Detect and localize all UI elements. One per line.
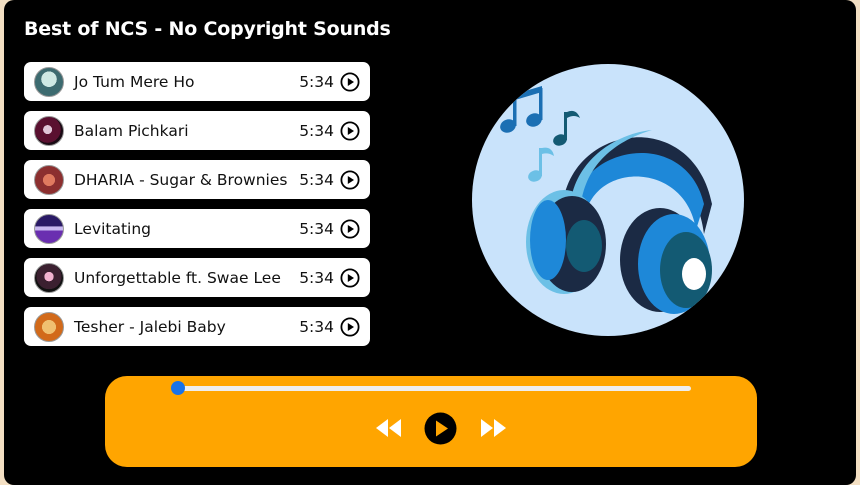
fast-forward-icon[interactable] [479, 416, 507, 440]
headphones-icon [500, 86, 712, 314]
progress-knob[interactable] [171, 381, 185, 395]
song-duration: 5:34 [299, 219, 334, 238]
song-duration: 5:34 [299, 170, 334, 189]
play-circle-icon[interactable] [340, 316, 360, 337]
playback-controls [105, 376, 757, 467]
rewind-icon[interactable] [375, 416, 403, 440]
song-thumbnail [34, 164, 64, 195]
song-item[interactable]: Balam Pichkari 5:34 [24, 111, 370, 150]
song-thumbnail [34, 213, 64, 244]
play-circle-icon[interactable] [340, 169, 360, 190]
playlist-title: Best of NCS - No Copyright Sounds [24, 18, 391, 40]
song-item[interactable]: DHARIA - Sugar & Brownies 5:34 [24, 160, 370, 199]
song-name: Jo Tum Mere Ho [74, 72, 195, 91]
song-duration: 5:34 [299, 121, 334, 140]
play-circle-icon[interactable] [340, 218, 360, 239]
song-item[interactable]: Tesher - Jalebi Baby 5:34 [24, 307, 370, 346]
song-item[interactable]: Jo Tum Mere Ho 5:34 [24, 62, 370, 101]
song-name: Levitating [74, 219, 152, 238]
song-thumbnail [34, 311, 64, 342]
play-icon[interactable] [424, 412, 457, 445]
song-duration: 5:34 [299, 317, 334, 336]
song-item[interactable]: Levitating 5:34 [24, 209, 370, 248]
play-circle-icon[interactable] [340, 120, 360, 141]
song-list: Jo Tum Mere Ho 5:34 Balam Pichkari 5:34 … [24, 62, 370, 356]
music-player: Best of NCS - No Copyright Sounds Jo Tum… [4, 0, 856, 485]
song-name: Balam Pichkari [74, 121, 189, 140]
song-name: Unforgettable ft. Swae Lee [74, 268, 281, 287]
song-thumbnail [34, 115, 64, 146]
song-item[interactable]: Unforgettable ft. Swae Lee 5:34 [24, 258, 370, 297]
song-name: DHARIA - Sugar & Brownies [74, 170, 288, 189]
play-circle-icon[interactable] [340, 71, 360, 92]
play-circle-icon[interactable] [340, 267, 360, 288]
song-thumbnail [34, 262, 64, 293]
song-name: Tesher - Jalebi Baby [74, 317, 226, 336]
music-notes-icon [500, 86, 580, 182]
song-duration: 5:34 [299, 268, 334, 287]
album-art [472, 64, 744, 336]
song-duration: 5:34 [299, 72, 334, 91]
song-thumbnail [34, 66, 64, 97]
progress-track[interactable] [178, 386, 691, 391]
